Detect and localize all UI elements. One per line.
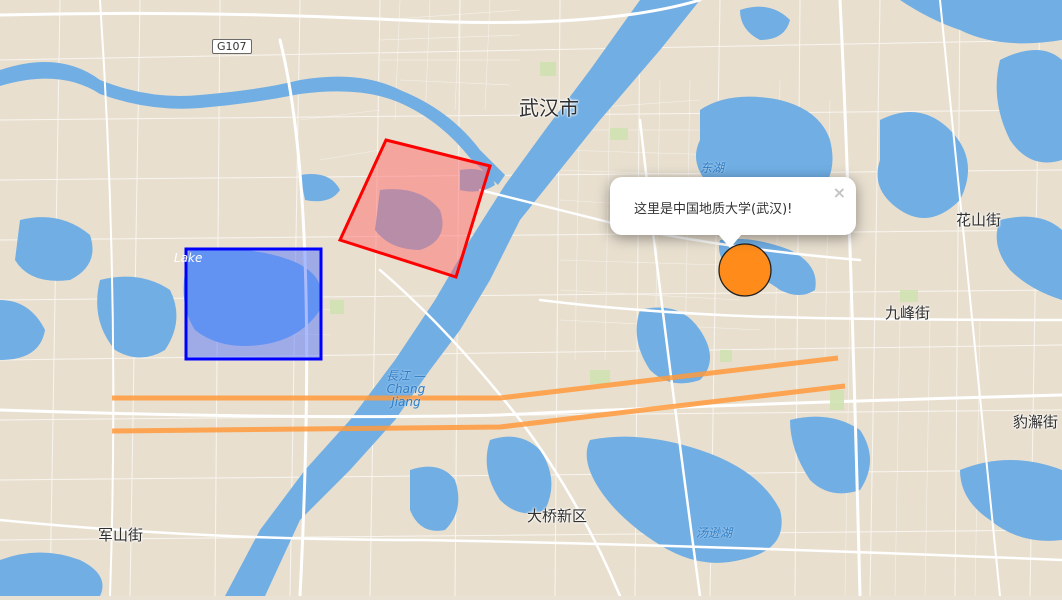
district-label-junshan: 军山街 — [98, 526, 144, 544]
river-label: 長江 — Chang Jiang — [386, 370, 426, 409]
rectangle-overlay[interactable] — [184, 247, 323, 361]
close-icon[interactable]: × — [833, 183, 846, 202]
circle-marker[interactable] — [718, 243, 772, 297]
district-label-baoxie: 豹澥街 — [1013, 413, 1059, 431]
city-label: 武汉市 — [519, 96, 579, 120]
river-label-text: 長江 — Chang Jiang — [386, 369, 426, 409]
map-canvas[interactable]: G107 長江 — Chang Jiang 东湖 汤逊湖 Lake 武汉市 花山… — [0, 0, 1062, 598]
popup-tip — [718, 234, 742, 248]
east-lake-label: 东湖 — [700, 161, 725, 175]
popup-text: 这里是中国地质大学(武汉)! — [634, 202, 793, 217]
district-label-huashan: 花山街 — [956, 211, 1002, 229]
district-label-jiufeng: 九峰街 — [885, 304, 931, 322]
south-lake-label: 汤逊湖 — [696, 526, 733, 540]
west-lake-label: Lake — [174, 251, 203, 265]
road-shield-g107: G107 — [212, 39, 252, 54]
info-popup: 这里是中国地质大学(武汉)! × — [610, 177, 856, 248]
district-label-daqiao: 大桥新区 — [527, 507, 588, 525]
